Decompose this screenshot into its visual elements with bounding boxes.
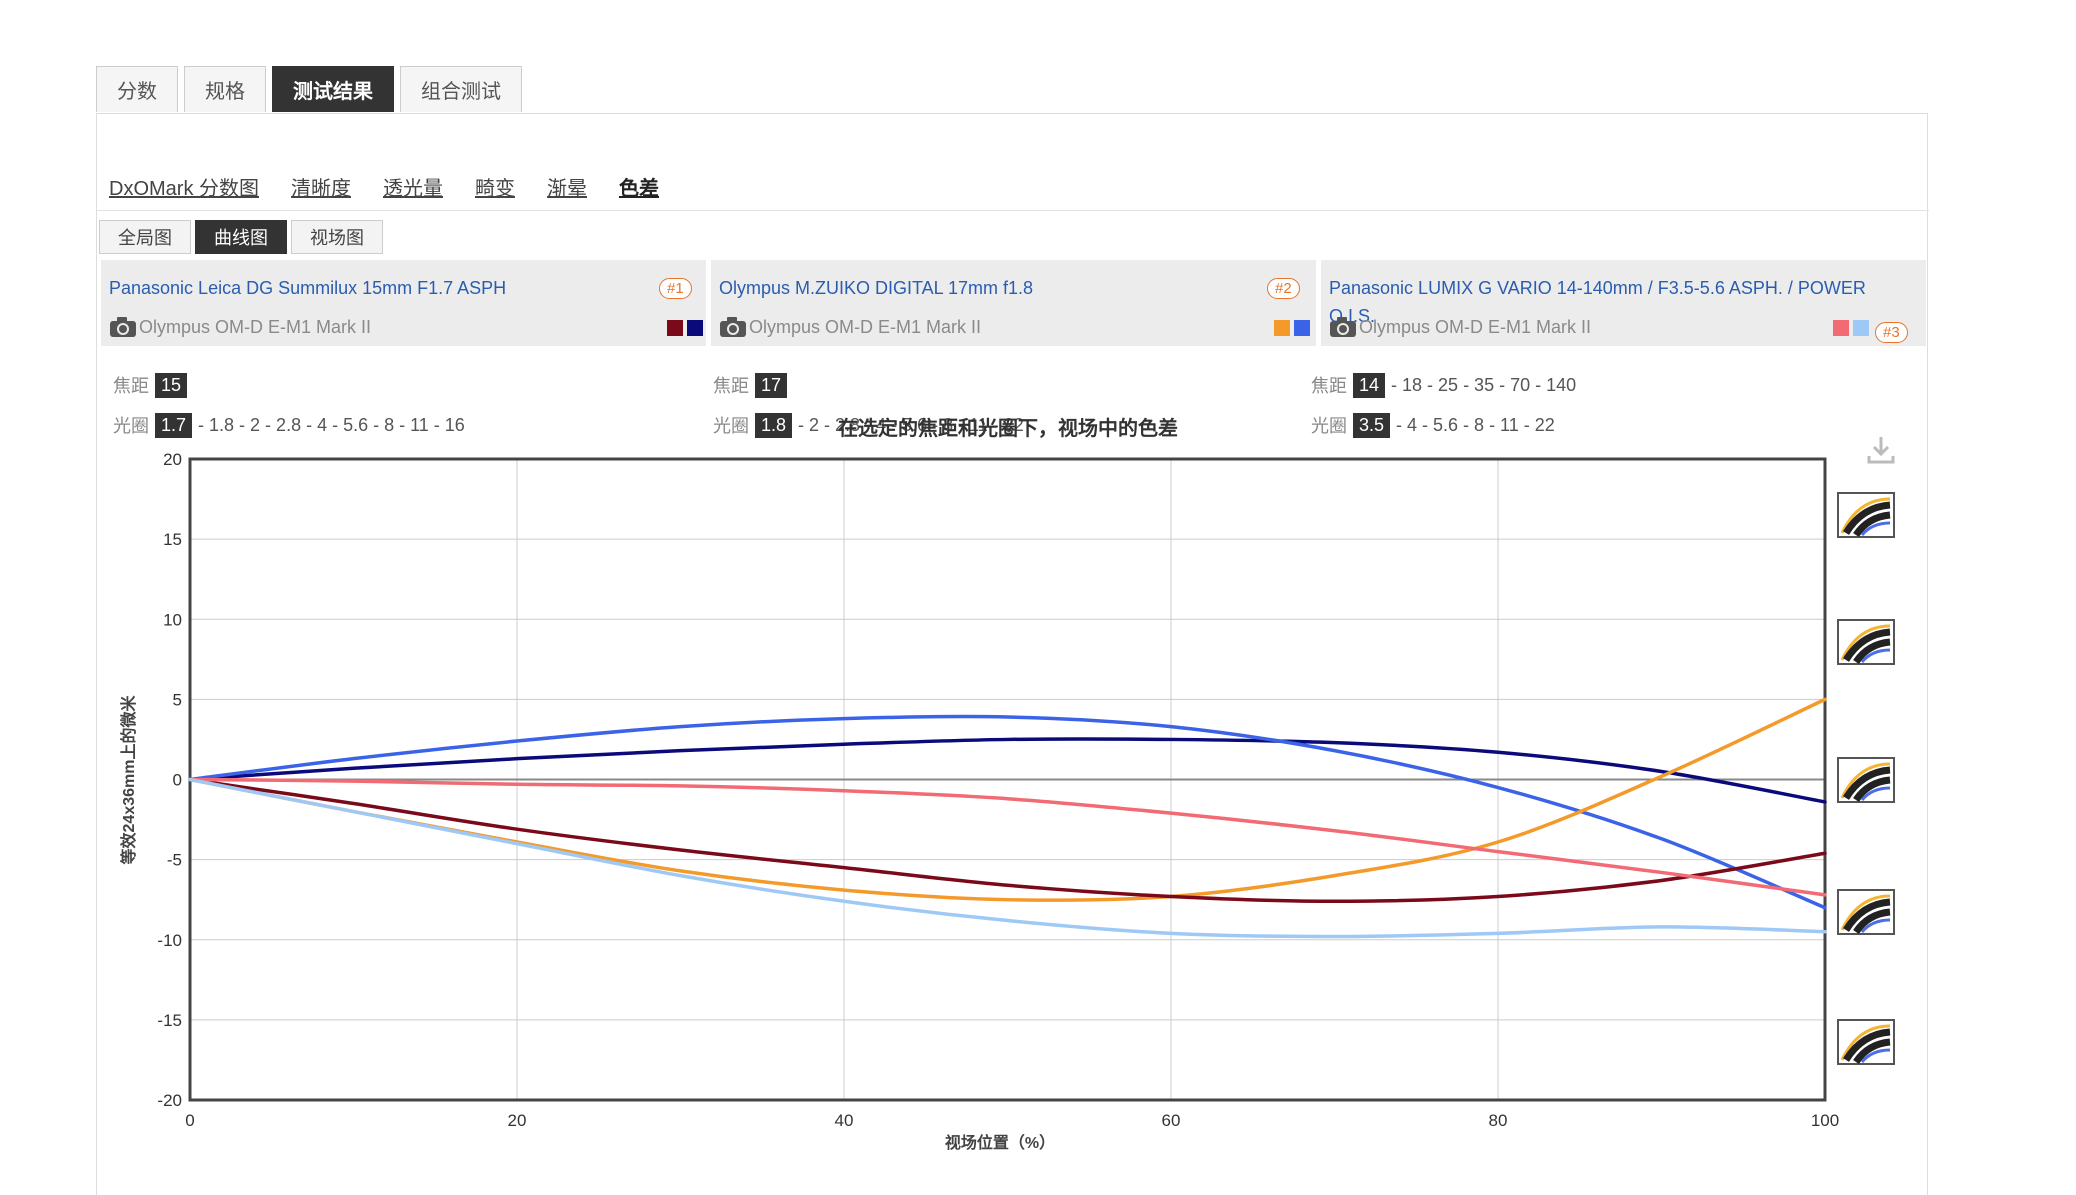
ca-sample-thumbnail[interactable]	[1837, 492, 1895, 538]
y-tick-label: -10	[157, 931, 182, 950]
y-axis-label: 等效24x36mm上的微米	[119, 695, 138, 866]
ca-sample-thumbnails	[1837, 492, 1895, 1065]
ca-sample-thumbnail[interactable]	[1837, 1019, 1895, 1065]
x-tick-label: 40	[835, 1111, 854, 1130]
y-tick-label: 5	[173, 690, 182, 709]
x-tick-label: 80	[1489, 1111, 1508, 1130]
series-line-5	[188, 777, 1827, 897]
y-tick-label: 10	[163, 610, 182, 629]
ca-sample-thumbnail[interactable]	[1837, 757, 1895, 803]
plot-area: 0 20 40 60 80 100 20 15 10 5 0 -5 -10 -15 -20	[157, 450, 1839, 1130]
x-tick-label: 100	[1811, 1111, 1839, 1130]
y-tick-label: -15	[157, 1011, 182, 1030]
series-line-6	[188, 777, 1827, 939]
y-tick-label: -20	[157, 1091, 182, 1110]
y-tick-label: 15	[163, 530, 182, 549]
ca-sample-thumbnail[interactable]	[1837, 619, 1895, 665]
chart-title: 在选定的焦距和光圈下，视场中的色差	[838, 416, 1178, 440]
x-tick-label: 20	[508, 1111, 527, 1130]
ca-sample-thumbnail[interactable]	[1837, 889, 1895, 935]
x-axis-label: 视场位置（%）	[945, 1133, 1055, 1152]
y-tick-label: -5	[167, 851, 182, 870]
x-tick-label: 60	[1162, 1111, 1181, 1130]
x-tick-label: 0	[185, 1111, 194, 1130]
y-tick-label: 20	[163, 450, 182, 469]
y-tick-label: 0	[173, 771, 182, 790]
chromatic-aberration-chart: 在选定的焦距和光圈下，视场中的色差 视场位置（%） 等效24x36mm上的微米 …	[119, 416, 1895, 1152]
